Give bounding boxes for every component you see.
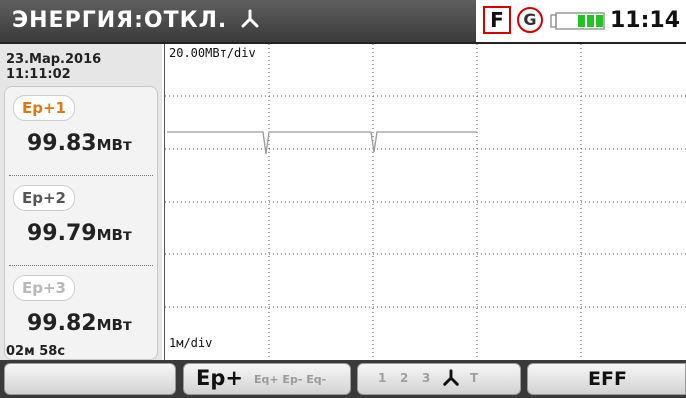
ep1-unit: МВт (96, 136, 132, 154)
y-scale-label: 20.00МВт/div (169, 46, 256, 60)
ep1-number: 99.83 (27, 131, 97, 156)
date-text: 23.Мар.2016 (6, 52, 102, 67)
phase-3: 3 (422, 371, 431, 385)
x-scale-label: 1м/div (169, 336, 213, 350)
phase-total: T (470, 371, 479, 385)
values-list: Ep+1 99.83МВт Ep+2 99.79МВт Ep+3 99.82МВ… (4, 86, 158, 360)
ep3-number: 99.82 (27, 311, 97, 336)
ep1-value: 99.83МВт (27, 131, 132, 156)
ep1-label: Ep+1 (13, 95, 75, 121)
ep3-label: Ep+3 (13, 275, 75, 301)
plot-canvas (165, 44, 686, 360)
divider (9, 175, 153, 176)
value-row-ep3[interactable]: Ep+3 99.82МВт (5, 267, 157, 355)
ep3-unit: МВт (96, 316, 132, 334)
ep2-value: 99.79МВт (27, 221, 132, 246)
ep2-number: 99.79 (27, 221, 97, 246)
function-key-bar: Ep+ Eq+ Ep- Eq- 1 2 3 T EFF (0, 360, 686, 398)
flag-f-indicator: F (483, 6, 511, 34)
trace-line (167, 131, 477, 155)
value-row-ep1[interactable]: Ep+1 99.83МВт (5, 87, 157, 175)
trend-plot[interactable]: 20.00МВт/div 1м/div (164, 44, 686, 360)
clock: 11:14 (610, 8, 681, 33)
ep2-unit: МВт (96, 226, 132, 244)
battery-icon (550, 12, 605, 30)
plot-grid (165, 44, 686, 360)
ep2-label: Ep+2 (13, 185, 75, 211)
page-title: ЭНЕРГИЯ:ОТКЛ. (12, 8, 260, 33)
energy-type-options: Eq+ Ep- Eq- (254, 373, 327, 386)
record-duration: 02м 58с (6, 344, 66, 359)
phase-2: 2 (400, 371, 409, 385)
energy-type-selected: Ep+ (196, 366, 243, 390)
time-text: 11:11:02 (6, 67, 71, 82)
eff-button[interactable]: EFF (527, 363, 686, 395)
divider (9, 265, 153, 266)
energy-type-button[interactable]: Ep+ Eq+ Ep- Eq- (183, 363, 351, 395)
three-phase-symbol-icon (241, 9, 259, 28)
ep3-value: 99.82МВт (27, 311, 132, 336)
status-area: F G 11:14 (476, 0, 686, 42)
phase-1: 1 (378, 371, 387, 385)
header-bar: ЭНЕРГИЯ:ОТКЛ. F G 11:14 (0, 0, 686, 44)
datetime: 23.Мар.2016 11:11:02 (6, 52, 101, 82)
three-phase-symbol-icon (443, 369, 459, 386)
function-key-1[interactable] (4, 363, 176, 395)
value-row-ep2[interactable]: Ep+2 99.79МВт (5, 177, 157, 265)
phase-select-button[interactable]: 1 2 3 T (357, 363, 521, 395)
flag-g-indicator: G (517, 7, 543, 33)
page-title-text: ЭНЕРГИЯ:ОТКЛ. (12, 8, 228, 33)
eff-label: EFF (588, 368, 627, 390)
values-panel: 23.Мар.2016 11:11:02 Ep+1 99.83МВт Ep+2 … (0, 44, 162, 360)
